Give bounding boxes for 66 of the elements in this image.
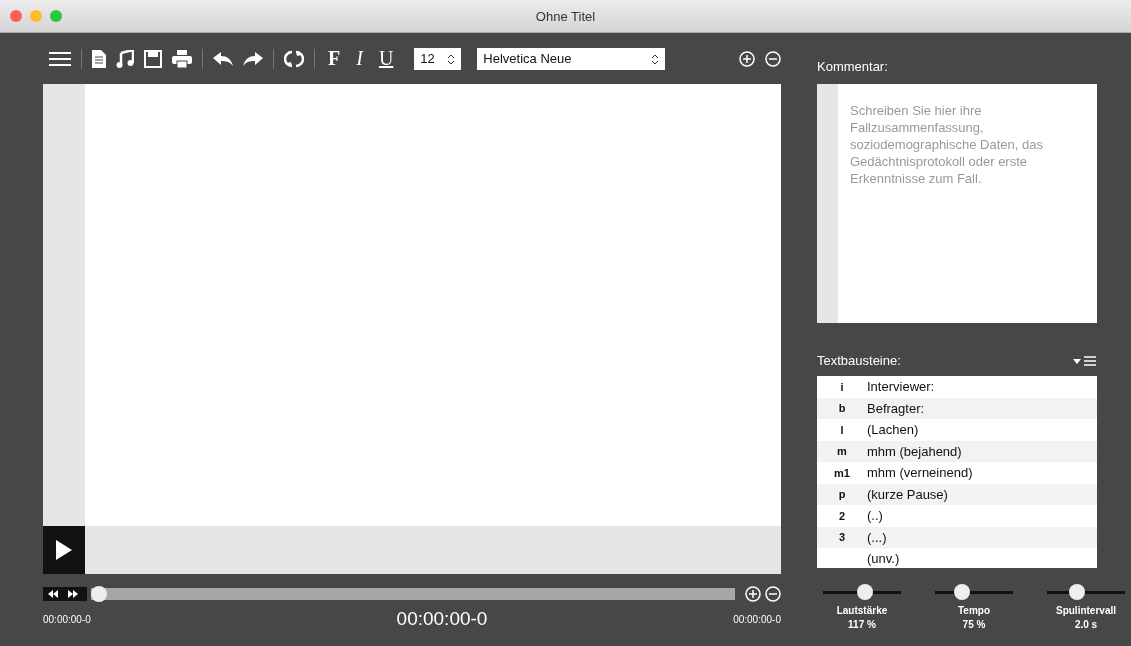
- current-time: 00:00:00-0: [396, 608, 488, 630]
- italic-button[interactable]: I: [353, 47, 366, 70]
- snippet-row[interactable]: p (kurze Pause): [817, 483, 1097, 505]
- snippet-text: (unv.): [867, 551, 900, 567]
- snippet-key: m: [817, 445, 867, 458]
- snippet-row[interactable]: 3 (...): [817, 526, 1097, 548]
- zoom-out-icon[interactable]: [765, 50, 781, 67]
- play-icon: [56, 540, 72, 560]
- undo-icon[interactable]: [213, 51, 233, 66]
- snippet-row[interactable]: (unv.): [817, 548, 1097, 568]
- snippet-key: b: [817, 402, 867, 415]
- snippet-row[interactable]: m1 mhm (verneinend): [817, 462, 1097, 484]
- slider-reading: 75 %: [962, 618, 986, 632]
- end-time: 00:00:00-0: [733, 613, 781, 625]
- menu-icon[interactable]: [49, 50, 71, 67]
- play-button[interactable]: [43, 526, 85, 574]
- refresh-icon[interactable]: [284, 49, 304, 68]
- stepper-icon: [651, 52, 660, 65]
- snippet-key: i: [817, 380, 867, 393]
- snippet-row[interactable]: l (Lachen): [817, 419, 1097, 441]
- slider-handle[interactable]: [857, 584, 874, 600]
- window-title: Ohne Titel: [535, 8, 596, 24]
- zoom-out-icon[interactable]: [765, 586, 781, 602]
- slider-label: Spulintervall: [1056, 604, 1116, 618]
- bold-button[interactable]: F: [325, 47, 344, 70]
- redo-icon[interactable]: [243, 51, 263, 66]
- snippet-row[interactable]: b Befragter:: [817, 397, 1097, 419]
- start-time: 00:00:00-0: [43, 613, 91, 625]
- snippet-key: m1: [817, 466, 867, 479]
- snippet-row[interactable]: i Interviewer:: [817, 376, 1097, 398]
- progress-handle[interactable]: [91, 586, 107, 602]
- print-icon[interactable]: [172, 49, 192, 68]
- slider-reading: 117 %: [848, 618, 876, 632]
- zoom-in-icon[interactable]: [745, 586, 761, 602]
- snippet-text: Befragter:: [867, 400, 925, 416]
- snippet-key: l: [817, 423, 867, 436]
- snippet-key: 3: [817, 531, 867, 544]
- rewind-forward-icon[interactable]: [43, 587, 87, 601]
- save-icon[interactable]: [144, 49, 162, 68]
- zoom-in-icon[interactable]: [739, 50, 755, 67]
- underline-button[interactable]: U: [375, 47, 397, 70]
- document-icon[interactable]: [92, 49, 106, 68]
- slider-reading: 2.0 s: [1074, 618, 1098, 632]
- music-note-icon[interactable]: [116, 49, 134, 68]
- snippet-text: Interviewer:: [867, 379, 935, 395]
- snippet-key: p: [817, 488, 867, 501]
- snippet-row[interactable]: 2 (..): [817, 505, 1097, 527]
- snippet-row[interactable]: m mhm (bejahend): [817, 440, 1097, 462]
- snippet-text: (Lachen): [867, 422, 919, 438]
- snippet-key: 2: [817, 509, 867, 522]
- snippet-text: mhm (bejahend): [867, 443, 962, 459]
- dropdown-menu-icon[interactable]: [1073, 355, 1097, 366]
- font-size-field[interactable]: 12: [414, 47, 462, 70]
- snippet-text: (kurze Pause): [867, 486, 948, 502]
- slider-handle[interactable]: [953, 584, 970, 600]
- slider-label: Tempo: [957, 604, 990, 618]
- stepper-icon: [447, 52, 456, 65]
- snippet-text: mhm (verneinend): [867, 465, 973, 481]
- snippet-text: (...): [867, 529, 887, 545]
- snippets-label: Textbausteine:: [817, 353, 901, 368]
- progress-track[interactable]: [91, 585, 735, 603]
- snippet-text: (..): [867, 508, 883, 524]
- slider-handle[interactable]: [1068, 584, 1085, 600]
- font-family-dropdown[interactable]: Helvetica Neue: [477, 47, 666, 70]
- comment-label: Kommentar:: [817, 58, 889, 76]
- slider-label: Lautstärke: [836, 604, 888, 618]
